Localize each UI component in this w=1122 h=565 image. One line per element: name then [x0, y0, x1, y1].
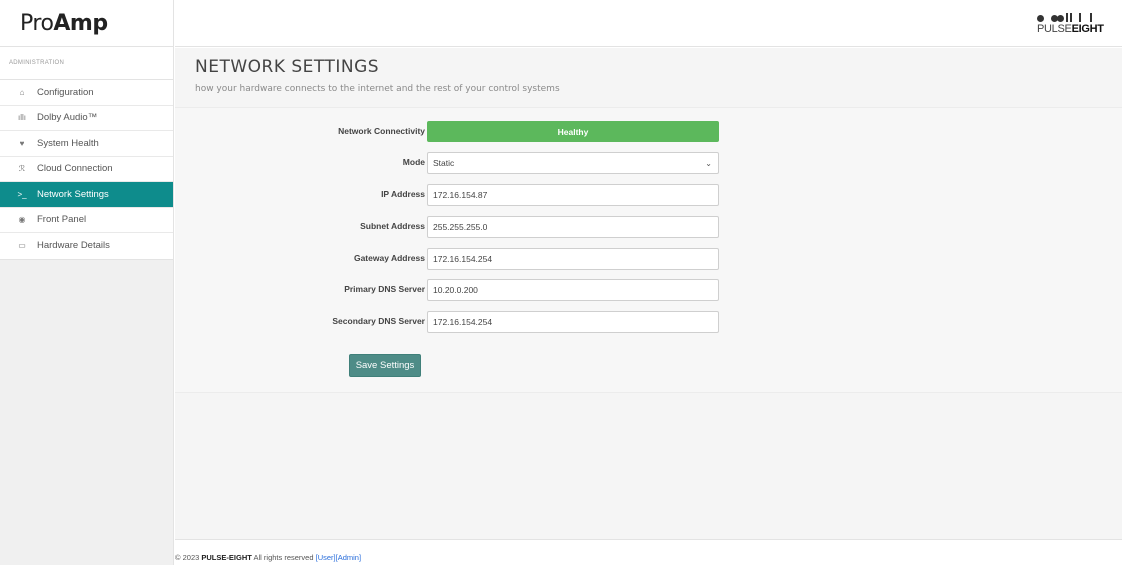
brand-text-light: Pro — [20, 10, 54, 36]
sidebar-item-label: Cloud Connection — [37, 163, 113, 175]
mode-select[interactable]: Static ⌄ — [427, 152, 719, 174]
gateway-address-label: Gateway Address — [353, 253, 425, 263]
terminal-icon: >_ — [17, 189, 27, 199]
primary-dns-label: Primary DNS Server — [344, 284, 425, 294]
sidebar-item-label: Hardware Details — [37, 240, 110, 252]
page-header: NETWORK SETTINGS how your hardware conne… — [175, 48, 1122, 108]
sidebar-heading: ADMINISTRATION — [0, 47, 173, 80]
ip-address-label: IP Address — [381, 189, 425, 199]
form-row-secondary-dns: Secondary DNS Server 172.16.154.254 — [175, 311, 1122, 333]
brand-logo[interactable]: ProAmp — [0, 0, 173, 47]
sidebar-item-hardware-details[interactable]: ▭ Hardware Details — [0, 233, 173, 259]
audio-wave-icon: ıllı — [18, 113, 26, 123]
subnet-address-input[interactable]: 255.255.255.0 — [427, 216, 719, 238]
ip-address-input[interactable]: 172.16.154.87 — [427, 184, 719, 206]
pulse-eight-logo-text: PULSEEIGHT — [1037, 23, 1109, 35]
save-settings-button[interactable]: Save Settings — [349, 354, 421, 377]
footer-rights: All rights reserved — [253, 553, 314, 562]
rss-icon: ℛ — [18, 164, 26, 174]
footer: © 2023 PULSE-EIGHT All rights reserved [… — [175, 539, 1122, 565]
sidebar-item-network-settings[interactable]: >_ Network Settings — [0, 182, 173, 208]
page-subtitle: how your hardware connects to the intern… — [195, 84, 560, 94]
secondary-dns-label: Secondary DNS Server — [332, 316, 425, 326]
top-header: PULSEEIGHT — [175, 0, 1122, 47]
logo-text-bold: EIGHT — [1071, 23, 1104, 35]
mode-label: Mode — [402, 157, 425, 167]
sidebar-item-label: Configuration — [37, 86, 94, 98]
hdd-icon: ▭ — [18, 241, 26, 251]
mode-select-value: Static — [433, 158, 455, 168]
sidebar-menu: ADMINISTRATION ⌂ Configuration ıllı Dolb… — [0, 47, 173, 260]
gateway-address-input[interactable]: 172.16.154.254 — [427, 248, 719, 270]
footer-admin-link[interactable]: [Admin] — [336, 553, 361, 562]
footer-text: © 2023 PULSE-EIGHT All rights reserved [… — [175, 553, 361, 562]
page-title: NETWORK SETTINGS — [195, 57, 380, 77]
footer-user-link[interactable]: [User] — [316, 553, 336, 562]
pulse-eight-logo[interactable]: PULSEEIGHT — [1037, 13, 1109, 35]
footer-company: PULSE-EIGHT — [201, 553, 252, 562]
footer-copyright: © 2023 — [175, 553, 200, 562]
form-row-ip-address: IP Address 172.16.154.87 — [175, 184, 1122, 206]
form-row-gateway-address: Gateway Address 172.16.154.254 — [175, 248, 1122, 270]
form-row-primary-dns: Primary DNS Server 10.20.0.200 — [175, 279, 1122, 301]
network-settings-form: Network Connectivity Healthy Mode Static… — [175, 108, 1122, 393]
primary-dns-input[interactable]: 10.20.0.200 — [427, 279, 719, 301]
network-connectivity-status-badge: Healthy — [427, 121, 719, 142]
sidebar-item-system-health[interactable]: ♥ System Health — [0, 131, 173, 157]
pulse-eight-logo-mark — [1037, 13, 1109, 22]
sidebar-item-label: System Health — [37, 137, 99, 149]
form-row-network-connectivity: Network Connectivity Healthy — [175, 121, 1122, 143]
sidebar: ProAmp ADMINISTRATION ⌂ Configuration ıl… — [0, 0, 174, 565]
form-row-mode: Mode Static ⌄ — [175, 152, 1122, 174]
network-connectivity-label: Network Connectivity — [338, 126, 425, 136]
sidebar-item-dolby-audio[interactable]: ıllı Dolby Audio™ — [0, 106, 173, 131]
sidebar-item-label: Network Settings — [37, 188, 109, 200]
sidebar-item-cloud-connection[interactable]: ℛ Cloud Connection — [0, 157, 173, 182]
sidebar-item-label: Front Panel — [37, 214, 87, 226]
circle-icon: ◉ — [18, 215, 26, 225]
sidebar-item-label: Dolby Audio™ — [37, 112, 98, 124]
logo-text-light: PULSE — [1037, 23, 1072, 35]
heart-icon: ♥ — [19, 138, 25, 148]
chevron-down-icon: ⌄ — [705, 158, 712, 168]
form-row-subnet-address: Subnet Address 255.255.255.0 — [175, 216, 1122, 238]
secondary-dns-input[interactable]: 172.16.154.254 — [427, 311, 719, 333]
home-icon: ⌂ — [19, 87, 25, 97]
subnet-address-label: Subnet Address — [360, 221, 425, 231]
brand-text-bold: Amp — [53, 10, 108, 36]
brand-text: ProAmp — [20, 11, 108, 36]
sidebar-item-configuration[interactable]: ⌂ Configuration — [0, 80, 173, 106]
main-content: NETWORK SETTINGS how your hardware conne… — [175, 48, 1122, 539]
sidebar-item-front-panel[interactable]: ◉ Front Panel — [0, 208, 173, 233]
